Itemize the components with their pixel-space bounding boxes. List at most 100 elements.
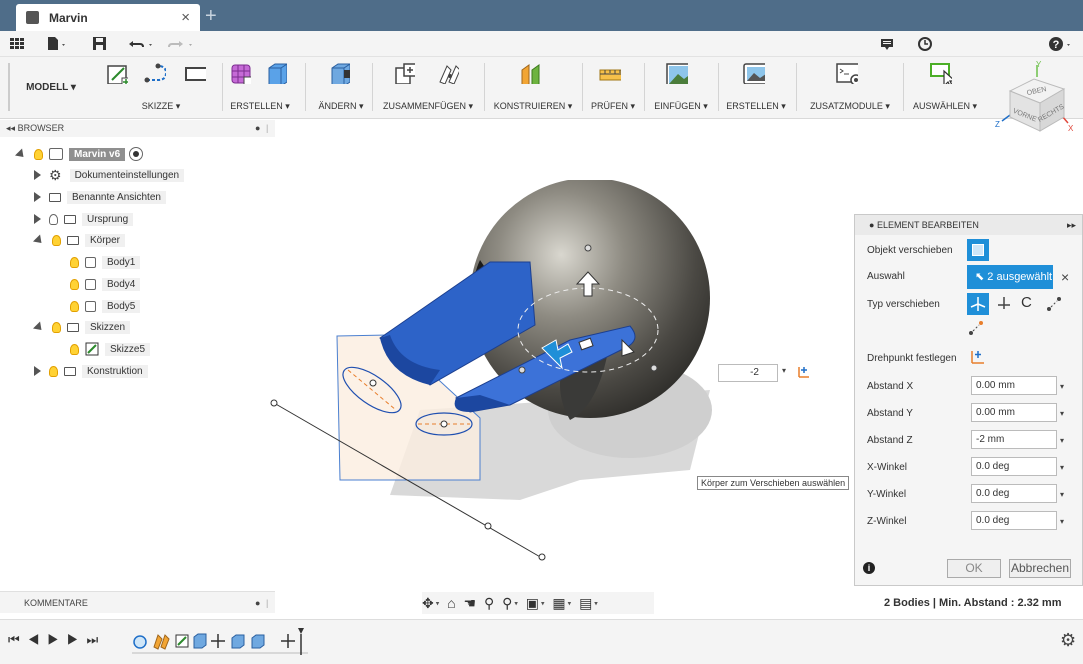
tree-item-label[interactable]: Ursprung xyxy=(82,212,134,226)
fit-icon[interactable]: ⚲ xyxy=(502,595,514,611)
tree-item-label[interactable]: Konstruktion xyxy=(82,364,148,378)
new-component-icon[interactable] xyxy=(393,62,415,84)
timeline-marker[interactable] xyxy=(298,628,304,634)
select-icon[interactable] xyxy=(930,62,952,84)
info-icon[interactable]: i xyxy=(863,562,875,574)
expand-toggle-icon[interactable] xyxy=(34,192,41,202)
display-settings-icon[interactable]: ▣ xyxy=(526,595,541,611)
chevron-down-icon[interactable]: ▾ xyxy=(436,600,442,607)
view-cube[interactable]: OBEN VORNE RECHTS Y Z X xyxy=(992,59,1080,147)
timeline-settings-gear-icon[interactable]: ⚙ xyxy=(1060,630,1076,651)
chevron-down-icon[interactable]: ▾ xyxy=(1060,517,1064,526)
render-icon[interactable] xyxy=(743,62,765,84)
tree-item-label[interactable]: Body1 xyxy=(102,255,141,269)
tree-item-label[interactable]: Skizze5 xyxy=(105,342,151,356)
visibility-bulb-icon[interactable] xyxy=(49,365,58,377)
browser-header[interactable]: ◂◂ BROWSER ● | xyxy=(0,120,275,137)
tree-item[interactable]: Skizzen xyxy=(32,318,131,336)
timeline-extrude-icon[interactable] xyxy=(193,633,207,649)
rectangle-tool-icon[interactable] xyxy=(184,62,206,84)
tree-root[interactable]: Marvin v6 xyxy=(14,145,144,163)
distance-z-input[interactable]: -2 mm xyxy=(971,430,1057,449)
ribbon-group-construct[interactable]: KONSTRUIEREN ▾ xyxy=(487,57,579,119)
insert-image-icon[interactable] xyxy=(666,62,688,84)
tree-item[interactable]: Skizze5 xyxy=(70,340,151,358)
move-object-button[interactable] xyxy=(967,239,989,261)
set-pivot-icon[interactable] xyxy=(969,348,987,366)
timeline-move-icon[interactable] xyxy=(281,634,295,648)
expand-toggle-icon[interactable] xyxy=(34,170,41,180)
close-tab-icon[interactable]: × xyxy=(181,9,190,26)
go-to-start-icon[interactable]: ⏮ xyxy=(8,632,28,647)
file-menu-icon[interactable] xyxy=(46,36,68,52)
notifications-icon[interactable] xyxy=(879,36,895,52)
tree-item[interactable]: Konstruktion xyxy=(34,362,148,380)
press-pull-icon[interactable] xyxy=(328,62,350,84)
step-back-icon[interactable]: ◀ xyxy=(28,632,48,647)
zoom-icon[interactable]: ⚲ xyxy=(484,595,496,611)
visibility-bulb-icon[interactable] xyxy=(70,343,79,355)
tree-item-label[interactable]: Körper xyxy=(85,233,126,247)
timeline-features[interactable] xyxy=(128,625,313,661)
look-at-icon[interactable]: ⌂ xyxy=(447,595,457,611)
timeline-extrude-icon[interactable] xyxy=(251,634,265,649)
sketch-point[interactable] xyxy=(440,420,448,428)
x-angle-input[interactable]: 0.0 deg xyxy=(971,457,1057,476)
viewports-icon[interactable]: ▤ xyxy=(579,595,594,611)
visibility-bulb-icon[interactable] xyxy=(70,300,79,312)
ribbon-group-insert[interactable]: EINFÜGEN ▾ xyxy=(647,57,715,119)
ribbon-group-sketch[interactable]: SKIZZE ▾ xyxy=(102,57,220,119)
z-angle-input[interactable]: 0.0 deg xyxy=(971,511,1057,530)
step-forward-icon[interactable]: ▶ xyxy=(67,632,87,647)
visibility-bulb-icon[interactable] xyxy=(34,148,43,160)
tree-root-label[interactable]: Marvin v6 xyxy=(69,147,126,161)
visibility-bulb-icon[interactable] xyxy=(52,234,61,246)
ribbon-group-create-render[interactable]: ERSTELLEN ▾ xyxy=(721,57,791,119)
value-input-dropdown-icon[interactable]: ▾ xyxy=(782,366,786,375)
browser-pin-icon[interactable]: ● xyxy=(255,120,260,137)
panel-header[interactable]: ● ELEMENT BEARBEITEN ▸▸ xyxy=(855,215,1082,235)
measure-icon[interactable] xyxy=(599,62,621,84)
line-midpoint[interactable] xyxy=(484,522,492,530)
sketch-point[interactable] xyxy=(369,379,377,387)
activate-component-icon[interactable] xyxy=(129,147,144,161)
chevron-down-icon[interactable]: ▾ xyxy=(594,600,600,607)
collapse-browser-icon[interactable]: ◂◂ xyxy=(6,123,15,133)
new-tab-icon[interactable]: + xyxy=(205,4,217,28)
extrude-icon[interactable] xyxy=(265,62,287,84)
timeline-extrude-icon[interactable] xyxy=(231,634,245,649)
offset-plane-icon[interactable] xyxy=(519,62,541,84)
expand-toggle-icon[interactable] xyxy=(14,147,28,161)
help-icon[interactable]: ? xyxy=(1048,36,1076,52)
panel-pin-icon[interactable]: ● xyxy=(869,220,874,230)
visibility-bulb-off-icon[interactable] xyxy=(49,213,58,225)
chevron-down-icon[interactable]: ▾ xyxy=(514,600,520,607)
ribbon-group-addins[interactable]: ZUSATZMODULE ▾ xyxy=(799,57,901,119)
chevron-down-icon[interactable]: ▾ xyxy=(1060,382,1064,391)
chevron-down-icon[interactable]: ▾ xyxy=(541,600,547,607)
visibility-bulb-icon[interactable] xyxy=(52,321,61,333)
comments-bar[interactable]: KOMMENTARE ● | xyxy=(0,591,275,613)
create-form-icon[interactable] xyxy=(229,62,251,84)
clear-selection-icon[interactable]: × xyxy=(1061,269,1069,285)
expand-panel-icon[interactable]: ▸▸ xyxy=(1067,215,1076,235)
timeline-origin-icon[interactable] xyxy=(133,635,147,649)
distance-x-input[interactable]: 0.00 mm xyxy=(971,376,1057,395)
joint-icon[interactable] xyxy=(437,62,459,84)
chevron-down-icon[interactable]: ▾ xyxy=(568,600,574,607)
browser-resize-handle[interactable]: | xyxy=(266,120,268,137)
pivot-icon[interactable] xyxy=(796,364,812,380)
tree-item[interactable]: Körper xyxy=(32,231,126,249)
scripts-addins-icon[interactable] xyxy=(836,62,858,84)
chevron-down-icon[interactable]: ▾ xyxy=(1060,490,1064,499)
orbit-icon[interactable]: ✥ xyxy=(422,595,436,611)
rotation-handle[interactable] xyxy=(650,364,658,372)
expand-toggle-icon[interactable] xyxy=(34,366,41,376)
save-icon[interactable] xyxy=(92,36,108,52)
timeline-plane-icon[interactable] xyxy=(153,634,170,650)
distance-value-input[interactable]: -2 xyxy=(718,364,778,382)
distance-y-input[interactable]: 0.00 mm xyxy=(971,403,1057,422)
undo-icon[interactable] xyxy=(128,36,158,52)
viewport-canvas[interactable] xyxy=(270,180,790,580)
ok-button[interactable]: OK xyxy=(947,559,1001,578)
